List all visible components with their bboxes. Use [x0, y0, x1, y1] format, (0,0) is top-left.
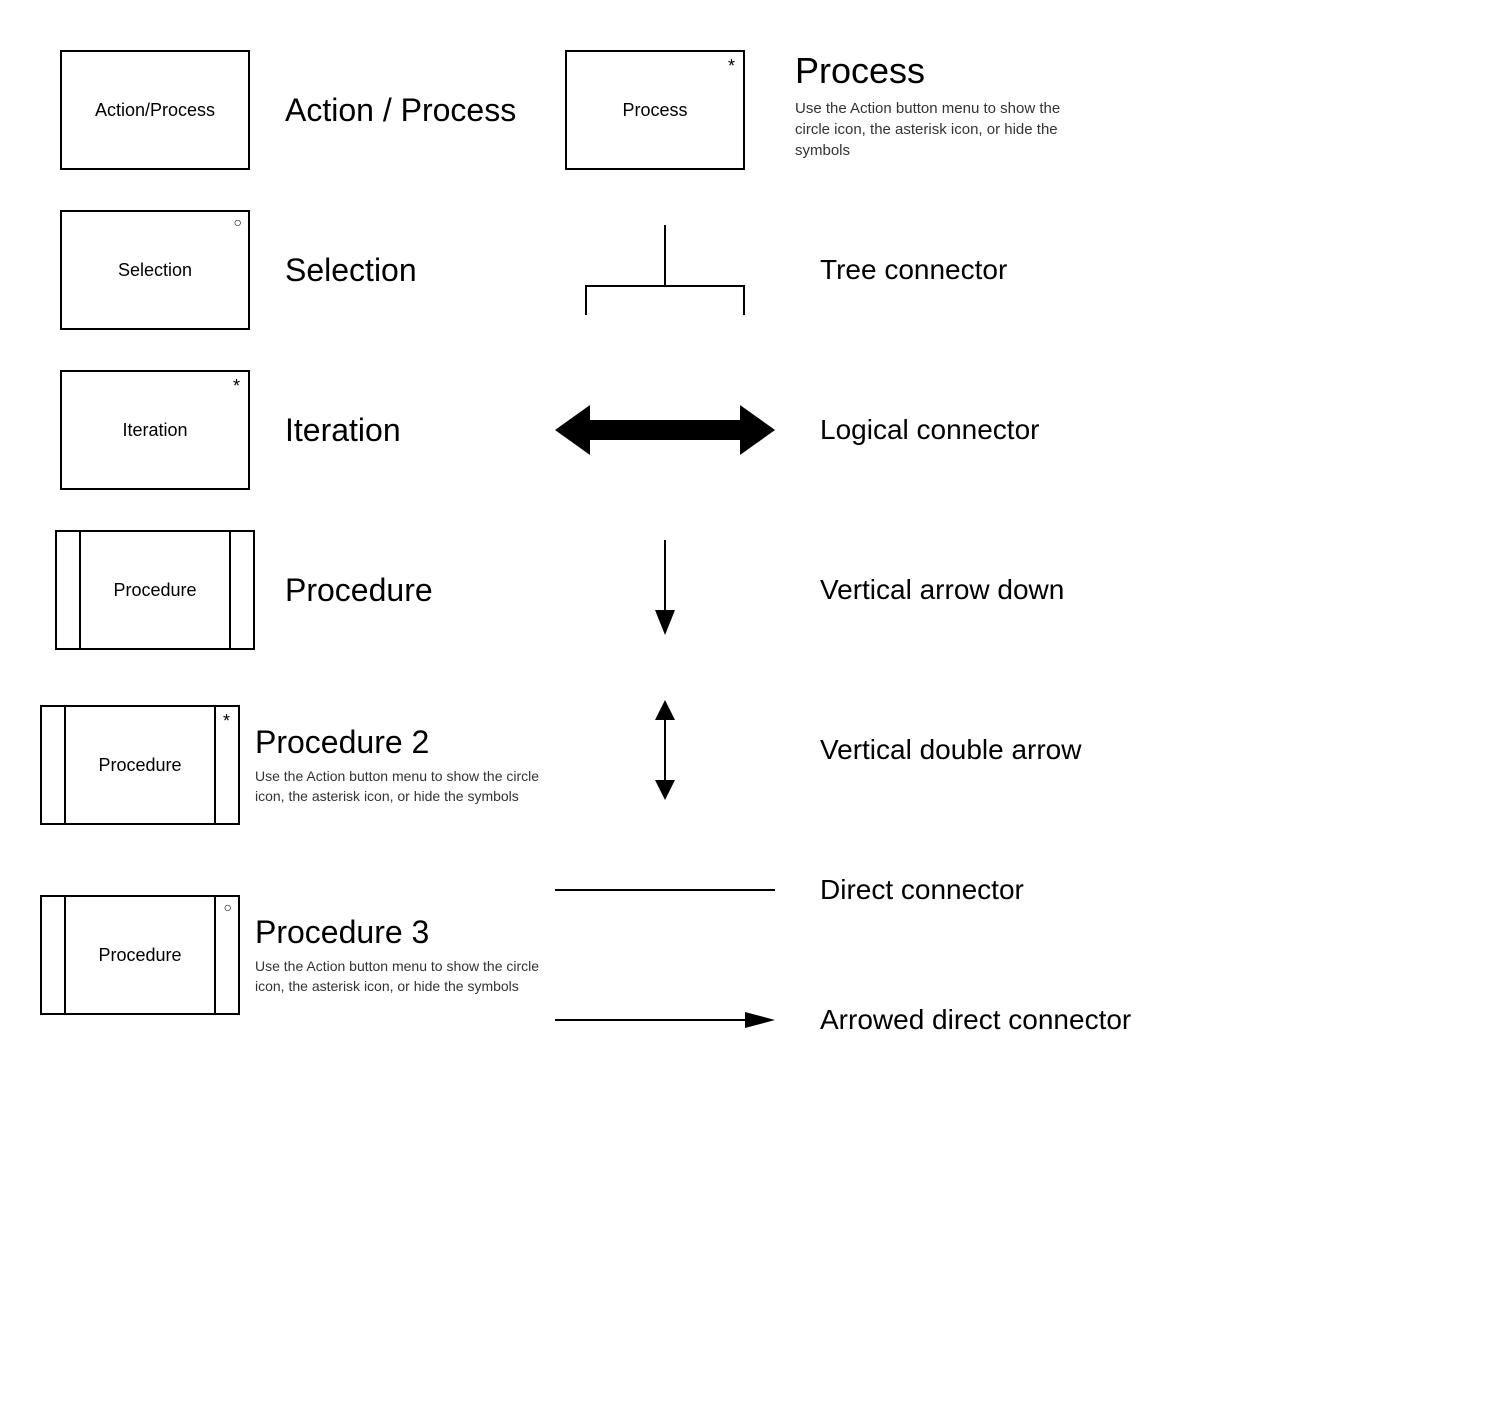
tree-connector-row: Tree connector [540, 190, 1460, 350]
direct-connector-row: Direct connector [540, 830, 1460, 950]
vert-down-shape [540, 540, 790, 640]
procedure3-description: Use the Action button menu to show the c… [255, 957, 540, 996]
vert-double-shape [540, 695, 790, 805]
selection-shape-container: Selection [40, 210, 270, 330]
iteration-box-text: Iteration [122, 420, 187, 441]
iteration-label-container: Iteration [270, 412, 401, 449]
iteration-shape-container: Iteration [40, 370, 270, 490]
vert-double-row: Vertical double arrow [540, 670, 1460, 830]
procedure3-circle: ○ [224, 899, 232, 915]
arrowed-connector-svg [555, 1005, 775, 1035]
tree-vertical-line [664, 225, 666, 285]
vert-down-label-container: Vertical arrow down [790, 574, 1064, 606]
direct-connector-shape [540, 889, 790, 891]
iteration-label: Iteration [285, 412, 401, 449]
procedure3-shape-container: ○ Procedure [40, 895, 240, 1015]
process-right-description: Use the Action button menu to show the c… [795, 98, 1075, 161]
action-process-box: Action/Process [60, 50, 250, 170]
procedure3-row: ○ Procedure Procedure 3 Use the Action b… [40, 860, 540, 1050]
process-right-box-text: Process [622, 100, 687, 121]
action-process-shape-container: Action/Process [40, 50, 270, 170]
tree-connector-label: Tree connector [820, 254, 1007, 285]
procedure3-label: Procedure 3 [255, 914, 540, 951]
tree-h-bar [587, 285, 743, 287]
tree-connector-shape [540, 225, 790, 315]
tree-horizontal-part [585, 285, 745, 315]
iteration-row: Iteration Iteration [40, 350, 540, 510]
vert-down-svg [645, 540, 685, 640]
vert-double-svg [645, 695, 685, 805]
selection-label-container: Selection [270, 252, 417, 289]
direct-connector-label: Direct connector [820, 874, 1024, 905]
process-right-row: Process Process Use the Action button me… [540, 30, 1460, 190]
arrowed-connector-label-container: Arrowed direct connector [790, 1004, 1131, 1036]
procedure2-box: * Procedure [40, 705, 240, 825]
procedure-box-text: Procedure [113, 580, 196, 601]
procedure2-description: Use the Action button menu to show the c… [255, 767, 540, 806]
tree-connector-diagram [575, 225, 755, 315]
vert-down-row: Vertical arrow down [540, 510, 1460, 670]
procedure3-label-container: Procedure 3 Use the Action button menu t… [240, 914, 540, 996]
process-right-box: Process [565, 50, 745, 170]
vert-down-label: Vertical arrow down [820, 574, 1064, 605]
procedure2-label-container: Procedure 2 Use the Action button menu t… [240, 724, 540, 806]
process-right-label-container: Process Use the Action button menu to sh… [770, 50, 1075, 161]
tree-left-branch [585, 285, 587, 315]
arrowed-connector-shape [540, 1005, 790, 1035]
procedure-label: Procedure [285, 572, 433, 609]
selection-box-text: Selection [118, 260, 192, 281]
procedure3-box-text: Procedure [98, 945, 181, 966]
procedure-label-container: Procedure [270, 572, 433, 609]
action-process-box-text: Action/Process [95, 100, 215, 121]
procedure2-asterisk: * [223, 711, 230, 732]
procedure-row: Procedure Procedure [40, 510, 540, 670]
logical-connector-row: Logical connector [540, 350, 1460, 510]
procedure2-shape-container: * Procedure [40, 705, 240, 825]
arrowed-connector-label: Arrowed direct connector [820, 1004, 1131, 1035]
tree-right-branch [743, 285, 745, 315]
iteration-box: Iteration [60, 370, 250, 490]
procedure2-label: Procedure 2 [255, 724, 540, 761]
vert-double-label-container: Vertical double arrow [790, 734, 1081, 766]
vert-double-label: Vertical double arrow [820, 734, 1081, 765]
arrowed-connector-row: Arrowed direct connector [540, 950, 1460, 1090]
logical-connector-svg [555, 400, 775, 460]
procedure2-box-text: Procedure [98, 755, 181, 776]
procedure-box: Procedure [55, 530, 255, 650]
selection-row: Selection Selection [40, 190, 540, 350]
procedure2-row: * Procedure Procedure 2 Use the Action b… [40, 670, 540, 860]
logical-connector-label-container: Logical connector [790, 414, 1039, 446]
logical-connector-shape [540, 400, 790, 460]
tree-connector-label-container: Tree connector [790, 254, 1007, 286]
action-process-row: Action/Process Action / Process [40, 30, 540, 190]
procedure-shape-container: Procedure [40, 530, 270, 650]
direct-connector-label-container: Direct connector [790, 874, 1024, 906]
direct-line [555, 889, 775, 891]
process-right-label: Process [795, 50, 1075, 92]
action-process-label-container: Action / Process [270, 92, 516, 129]
logical-connector-label: Logical connector [820, 414, 1039, 445]
selection-label: Selection [285, 252, 417, 289]
procedure3-box: ○ Procedure [40, 895, 240, 1015]
action-process-label: Action / Process [285, 92, 516, 129]
selection-box: Selection [60, 210, 250, 330]
process-right-shape-container: Process [540, 50, 770, 170]
